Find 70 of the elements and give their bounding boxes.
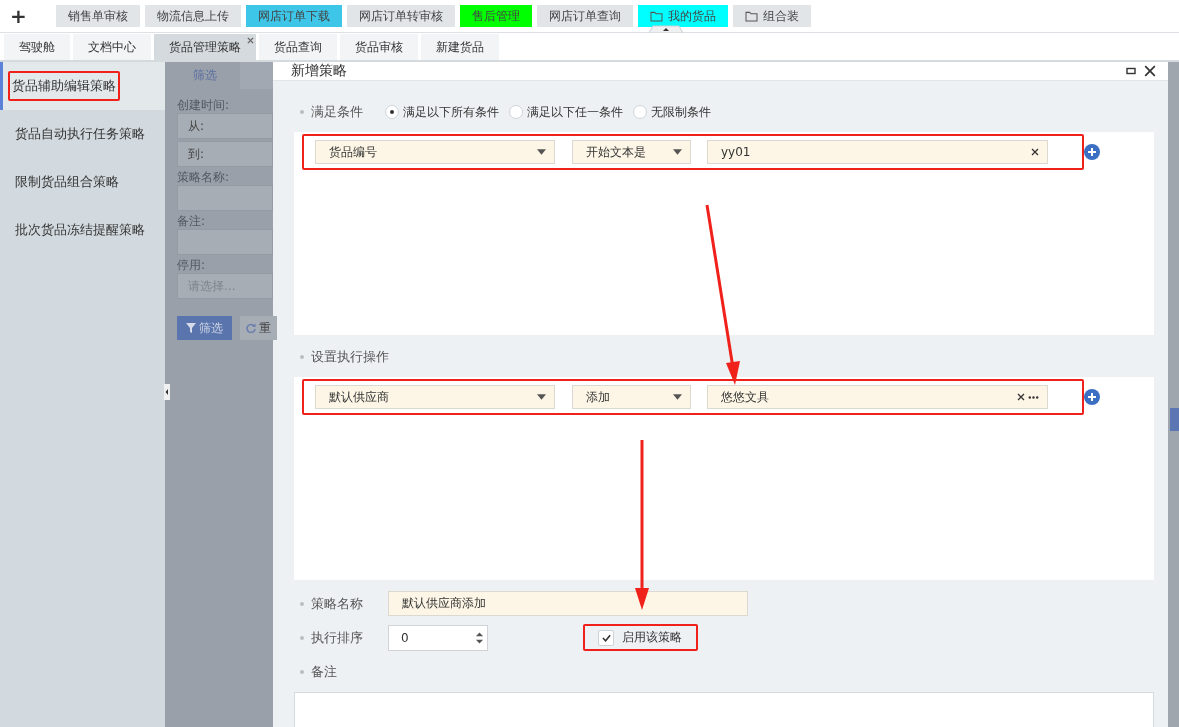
maximize-icon[interactable] (1126, 66, 1136, 76)
add-icon[interactable] (1084, 144, 1100, 160)
name-field[interactable]: 默认供应商添加 (388, 591, 748, 616)
collapse-handle-icon[interactable] (649, 25, 683, 33)
funnel-icon (186, 323, 196, 333)
enable-checkbox[interactable]: 启用该策略 (583, 624, 698, 651)
section-label: 满足条件 (311, 103, 363, 121)
operator-select[interactable]: 开始文本是 (572, 140, 691, 164)
quick-tab[interactable]: 售后管理 (460, 5, 532, 27)
bullet-icon (300, 635, 304, 640)
quick-tab[interactable]: 网店订单转审核 (347, 5, 455, 27)
radio-option[interactable]: 无限制条件 (633, 103, 711, 121)
field-label: 创建时间: (177, 97, 231, 113)
sidebar-item[interactable]: 货品辅助编辑策略 (0, 62, 165, 110)
field-select[interactable]: 货品编号 (315, 140, 555, 164)
date-from-field[interactable]: 从: (177, 113, 273, 139)
quick-tab[interactable]: 网店订单查询 (537, 5, 633, 27)
radio-icon[interactable] (633, 105, 647, 119)
document-tab[interactable]: 货品管理策略 (154, 34, 256, 60)
document-tab[interactable]: 文档中心 (73, 34, 151, 60)
document-tab[interactable]: 货品查询 (259, 34, 337, 60)
field-label: 策略名称: (177, 169, 231, 185)
date-to-field[interactable]: 到: (177, 141, 273, 167)
caret-icon (537, 149, 546, 155)
operator-select[interactable]: 添加 (572, 385, 691, 409)
remark-field[interactable] (177, 229, 273, 255)
bullet-icon (300, 355, 304, 359)
field-label: 执行排序 (311, 628, 364, 647)
name-field[interactable] (177, 185, 273, 211)
caret-icon (537, 394, 546, 400)
field-label: 停用: (177, 257, 207, 273)
caret-icon (673, 149, 682, 155)
bullet-icon (300, 110, 304, 114)
field-label: 备注: (177, 213, 207, 229)
radio-option[interactable]: 满足以下所有条件 (385, 103, 499, 121)
sidebar-item[interactable]: 限制货品组合策略 (0, 158, 165, 206)
bullet-icon (300, 601, 304, 606)
value-field[interactable]: yy01 (707, 140, 1048, 164)
collapse-handle-icon[interactable] (164, 384, 170, 400)
add-button[interactable]: + (8, 6, 50, 26)
radio-icon[interactable] (385, 105, 399, 119)
quick-tab[interactable]: 组合装 (733, 5, 811, 27)
dialog-title: 新增策略 (291, 62, 348, 80)
section-label: 设置执行操作 (311, 348, 389, 366)
clear-icon[interactable] (1017, 393, 1025, 401)
field-label: 策略名称 (311, 594, 364, 613)
quick-tab[interactable]: 物流信息上传 (145, 5, 241, 27)
field-label: 备注 (311, 662, 338, 681)
refresh-icon (246, 323, 256, 333)
more-icon[interactable] (1028, 395, 1039, 399)
close-icon[interactable] (1144, 65, 1156, 77)
order-spinner[interactable]: 0 (388, 624, 488, 651)
sidebar-item[interactable]: 货品自动执行任务策略 (0, 110, 165, 158)
quick-tab[interactable]: 我的货品 (638, 5, 728, 27)
checkbox-icon[interactable] (598, 629, 614, 646)
document-tab[interactable]: 驾驶舱 (4, 34, 70, 60)
sidebar-item[interactable]: 批次货品冻结提醒策略 (0, 206, 165, 254)
caret-icon (673, 394, 682, 400)
document-tab[interactable]: 货品审核 (340, 34, 418, 60)
quick-tab[interactable]: 销售单审核 (56, 5, 140, 27)
field-select[interactable]: 默认供应商 (315, 385, 555, 409)
radio-icon[interactable] (509, 105, 523, 119)
clear-icon[interactable] (1031, 148, 1039, 156)
value-field[interactable]: 悠悠文具 (707, 385, 1048, 409)
radio-option[interactable]: 满足以下任一条件 (509, 103, 623, 121)
document-tab[interactable]: 新建货品 (421, 34, 499, 60)
quick-tab[interactable]: 网店订单下载 (246, 5, 342, 27)
reset-button[interactable]: 重 (240, 316, 277, 340)
add-icon[interactable] (1084, 389, 1100, 405)
bullet-icon (300, 669, 304, 674)
